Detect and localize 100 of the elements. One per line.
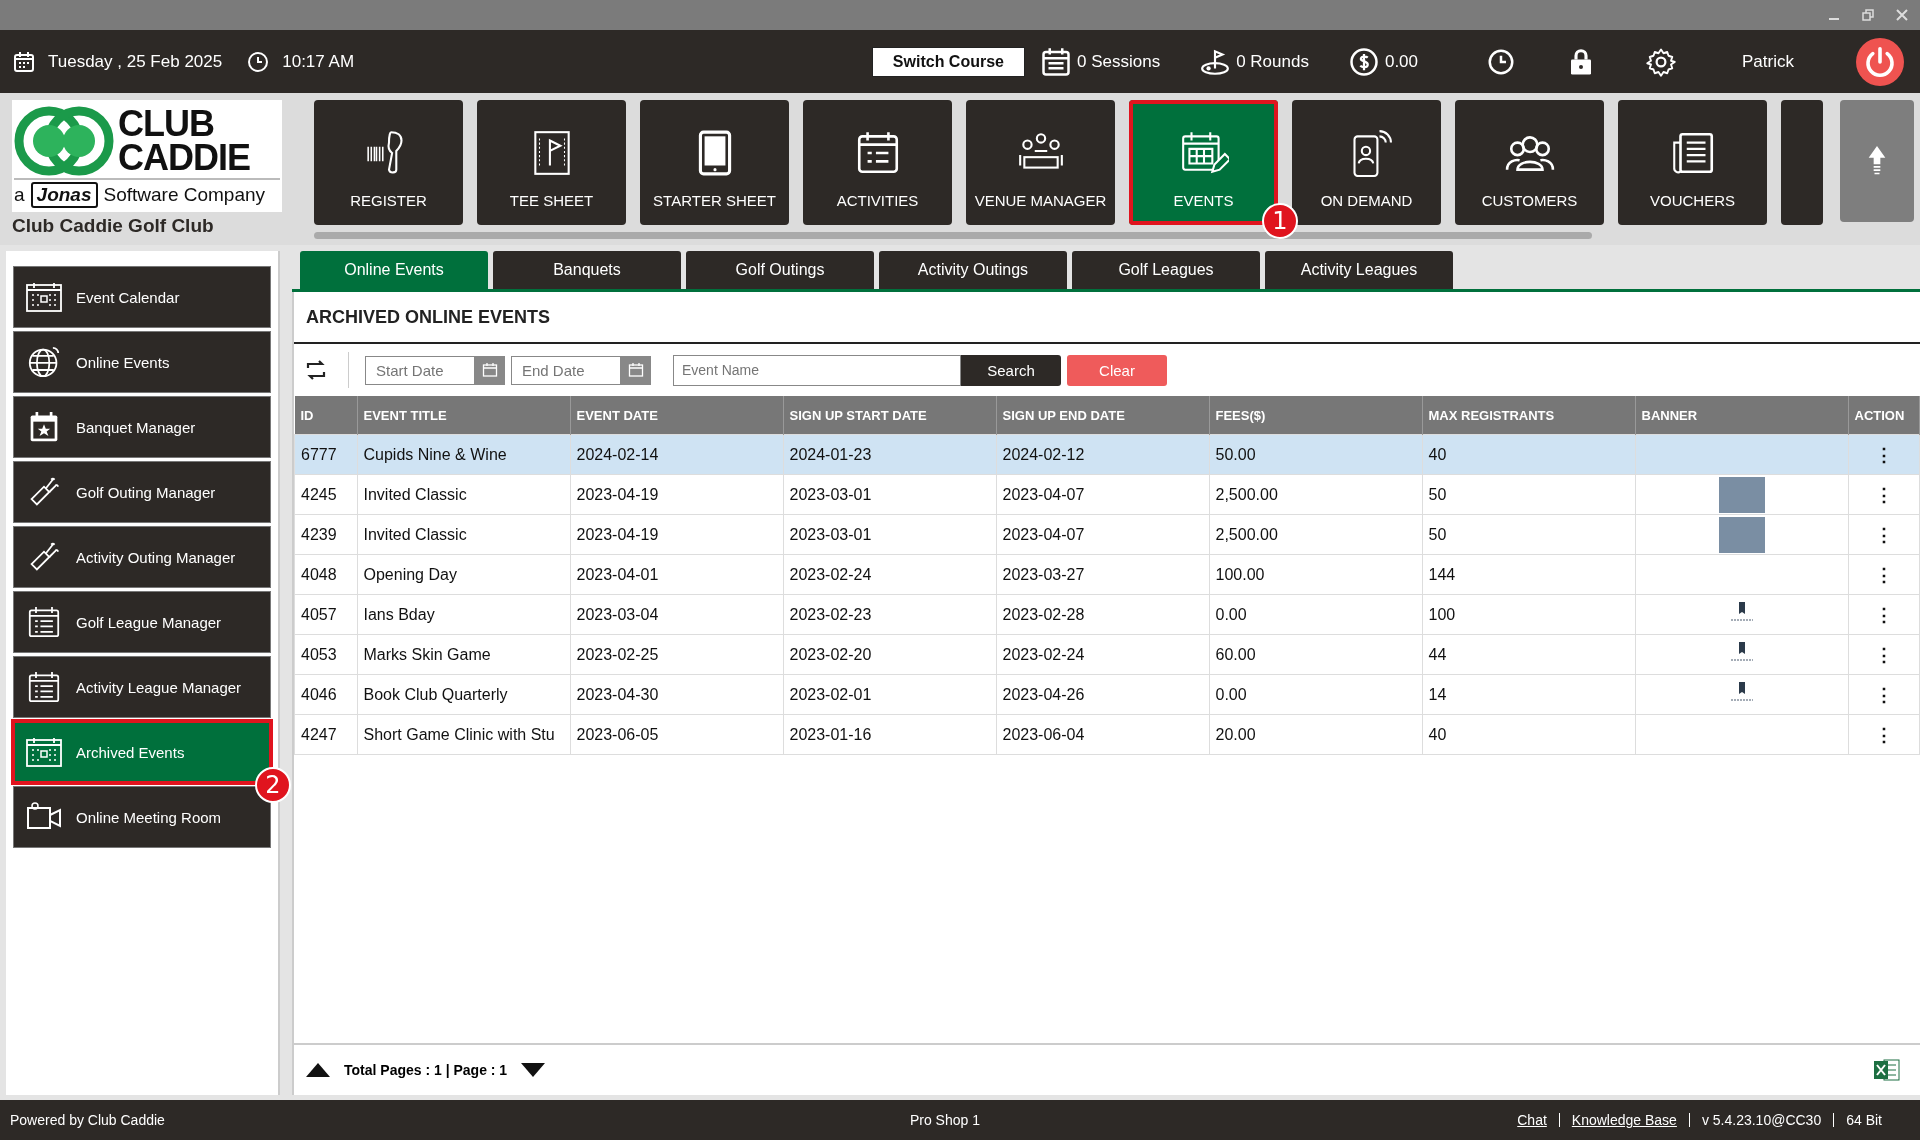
- table-cell: 0.00: [1215, 685, 1247, 703]
- table-row[interactable]: 4245 Invited Classic 2023-04-19 2023-03-01 2023-04-07 2,500.00 50 ⋮: [294, 474, 1920, 515]
- calendar-icon: [26, 736, 62, 768]
- table-cell: 2023-04-19: [576, 525, 659, 543]
- nav-tile[interactable]: REGISTER: [314, 100, 463, 225]
- switch-course-button[interactable]: Switch Course: [871, 46, 1025, 77]
- settings-icon[interactable]: [1646, 46, 1677, 77]
- table-cell: 2023-04-26: [1002, 685, 1085, 703]
- version-text: v 5.4.23.10@CC30: [1701, 1112, 1822, 1128]
- tab[interactable]: Activity Leagues: [1265, 251, 1453, 289]
- table-cell: 144: [1428, 565, 1456, 583]
- powered-by-text: Powered by Club Caddie: [10, 1112, 165, 1128]
- tab[interactable]: Activity Outings: [879, 251, 1067, 289]
- nav-tile[interactable]: ACTIVITIES: [803, 100, 952, 225]
- station-name: Pro Shop 1: [909, 1112, 980, 1128]
- table-cell: 2023-03-27: [1002, 565, 1085, 583]
- globe-icon: [26, 346, 62, 378]
- photo-placeholder: [1718, 476, 1765, 513]
- power-button[interactable]: [1856, 37, 1904, 86]
- start-date-field[interactable]: Start Date: [365, 355, 475, 385]
- table-row[interactable]: 4046 Book Club Quarterly 2023-04-30 2023-02-01 2023-04-26 0.00 14 ⋮: [294, 674, 1920, 715]
- more-actions-icon[interactable]: ⋮: [1874, 564, 1893, 585]
- table-row[interactable]: 4239 Invited Classic 2023-04-19 2023-03-01 2023-04-07 2,500.00 50 ⋮: [294, 514, 1920, 555]
- table-row[interactable]: 4048 Opening Day 2023-04-01 2023-02-24 2023-03-27 100.00 144 ⋮: [294, 554, 1920, 595]
- balance-amount: 0.00: [1384, 51, 1419, 72]
- table-cell: Ians Bday: [363, 605, 435, 623]
- calendar-icon: [12, 49, 36, 74]
- tab[interactable]: Golf Outings: [686, 251, 874, 289]
- table-cell: 2023-04-07: [1002, 525, 1085, 543]
- callout-badge: 2: [255, 767, 291, 803]
- table-cell: 2,500.00: [1215, 485, 1278, 503]
- scroll-bar[interactable]: [314, 232, 1592, 239]
- refresh-icon[interactable]: [304, 358, 328, 382]
- more-actions-icon[interactable]: ⋮: [1874, 644, 1893, 665]
- section-title: ARCHIVED ONLINE EVENTS: [306, 306, 551, 328]
- table-cell: 50: [1428, 525, 1447, 543]
- more-actions-icon[interactable]: ⋮: [1874, 524, 1893, 545]
- table-row[interactable]: 4247 Short Game Clinic with Stu 2023-06-05 2023-01-16 2023-06-04 20.00 40 ⋮: [294, 714, 1920, 755]
- table-cell: Cupids Nine & Wine: [363, 445, 507, 463]
- nav-tile[interactable]: TEE SHEET: [477, 100, 626, 225]
- club-name: Club Caddie Golf Club: [12, 215, 215, 237]
- date-text: Tuesday , 25 Feb 2025: [48, 51, 223, 72]
- sidebar-item[interactable]: Activity Outing Manager: [13, 526, 271, 588]
- club-caddie-logo: CLUB CADDIE a Jonas Software Company: [12, 100, 282, 212]
- table-cell: 2023-06-05: [576, 725, 659, 743]
- page-up-icon[interactable]: [306, 1063, 330, 1077]
- page-down-icon[interactable]: [521, 1063, 546, 1077]
- table-cell: 2023-04-01: [576, 565, 659, 583]
- sidebar-item[interactable]: Activity League Manager: [13, 656, 271, 718]
- nav-tile[interactable]: VENUE MANAGER: [966, 100, 1115, 225]
- search-button[interactable]: Search: [961, 354, 1061, 386]
- more-actions-icon[interactable]: ⋮: [1874, 444, 1893, 465]
- table-cell: 2,500.00: [1215, 525, 1278, 543]
- sidebar-item[interactable]: Event Calendar: [13, 266, 271, 328]
- table-cell: 20.00: [1215, 725, 1256, 743]
- sidebar-item[interactable]: Golf Outing Manager: [13, 461, 271, 523]
- nav-tile[interactable]: VOUCHERS: [1618, 100, 1767, 225]
- restore-icon[interactable]: [1862, 9, 1874, 21]
- status-link[interactable]: Chat: [1517, 1112, 1547, 1128]
- close-icon[interactable]: [1896, 9, 1908, 21]
- table-cell: 4239: [301, 525, 337, 543]
- table-cell: 2023-02-25: [576, 645, 659, 663]
- table-cell: 2023-02-24: [789, 565, 872, 583]
- status-link[interactable]: Knowledge Base: [1571, 1112, 1677, 1128]
- table-cell: Invited Classic: [363, 525, 467, 543]
- column-header: EVENT DATE: [576, 407, 658, 423]
- nav-tile[interactable]: CUSTOMERS: [1455, 100, 1604, 225]
- tab[interactable]: Online Events: [300, 251, 488, 289]
- more-actions-icon[interactable]: ⋮: [1874, 684, 1893, 705]
- calendar-button[interactable]: [621, 355, 651, 385]
- sidebar-item[interactable]: Banquet Manager: [13, 396, 271, 458]
- column-header: ID: [300, 407, 314, 423]
- calendar-list-icon: [26, 606, 62, 638]
- table-cell: 2023-02-01: [789, 685, 872, 703]
- tab[interactable]: Golf Leagues: [1072, 251, 1260, 289]
- calendar-list-icon: [1041, 46, 1071, 77]
- user-name[interactable]: Patrick: [1742, 51, 1794, 72]
- table-cell: 44: [1428, 645, 1447, 663]
- table-row[interactable]: 4053 Marks Skin Game 2023-02-25 2023-02-20 2023-02-24 60.00 44 ⋮: [294, 634, 1920, 675]
- end-date-field[interactable]: End Date: [511, 355, 621, 385]
- nav-tile-partial[interactable]: [1781, 100, 1823, 225]
- spreadsheet-export-icon[interactable]: [1874, 1058, 1900, 1082]
- table-cell: 2023-04-19: [576, 485, 659, 503]
- event-name-field[interactable]: Event Name: [673, 354, 961, 386]
- more-actions-icon[interactable]: ⋮: [1874, 724, 1893, 745]
- nav-tile[interactable]: ON DEMAND: [1292, 100, 1441, 225]
- sidebar-item[interactable]: Golf League Manager: [13, 591, 271, 653]
- more-actions-icon[interactable]: ⋮: [1874, 484, 1893, 505]
- table-cell: 2023-04-07: [1002, 485, 1085, 503]
- table-row[interactable]: 4057 Ians Bday 2023-03-04 2023-02-23 2023-02-28 0.00 100 ⋮: [294, 594, 1920, 635]
- table-cell: 2023-03-01: [789, 525, 872, 543]
- table-cell: 60.00: [1215, 645, 1256, 663]
- nav-tile[interactable]: STARTER SHEET: [640, 100, 789, 225]
- table-cell: 2023-06-04: [1002, 725, 1085, 743]
- more-actions-icon[interactable]: ⋮: [1874, 604, 1893, 625]
- table-row[interactable]: 6777 Cupids Nine & Wine 2024-02-14 2024-01-23 2024-02-12 50.00 40 ⋮: [294, 434, 1920, 475]
- dollar-icon: [1348, 46, 1379, 77]
- calendar-button[interactable]: [475, 355, 505, 385]
- tab[interactable]: Banquets: [493, 251, 681, 289]
- sidebar-item[interactable]: Online Events: [13, 331, 271, 393]
